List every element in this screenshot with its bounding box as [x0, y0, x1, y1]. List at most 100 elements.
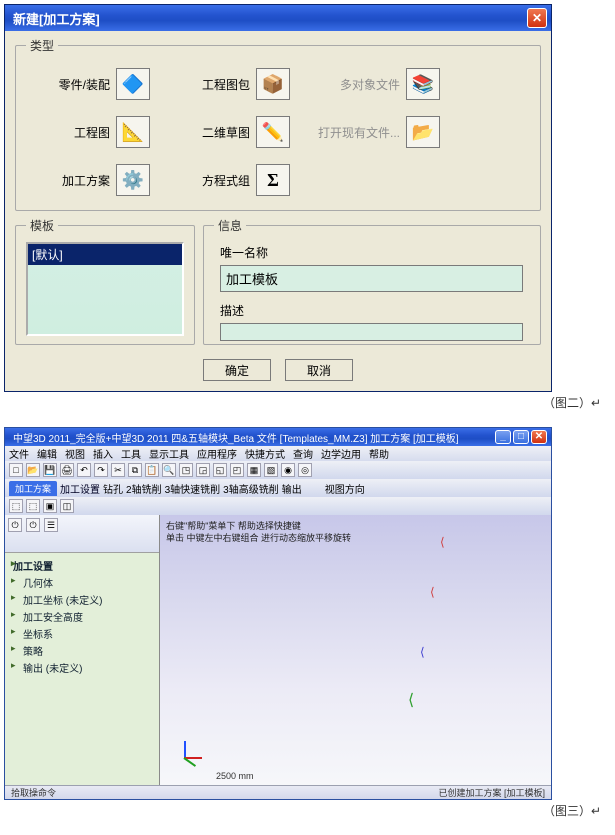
type-open-label: 打开现有文件...	[316, 124, 406, 141]
ruler-label: 2500 mm	[216, 771, 254, 781]
tree-coord[interactable]: 加工坐标 (未定义)	[9, 591, 155, 608]
toolbar-extra[interactable]: ⬚ ⬚ ▣ ◫	[5, 497, 551, 515]
menu-display[interactable]: 显示工具	[149, 446, 189, 461]
cam-2axis[interactable]: 2轴铣削	[126, 481, 162, 496]
tree-strategy[interactable]: 策略	[9, 642, 155, 659]
menu-bar[interactable]: 文件 编辑 视图 插入 工具 显示工具 应用程序 快捷方式 查询 边学边用 帮助	[5, 446, 551, 461]
viewport[interactable]: 右键"帮助"菜单下 帮助选择快捷键 单击 中键左中右键组合 进行动态缩放平移旋转…	[160, 515, 551, 785]
template-group: 模板 [默认]	[15, 217, 195, 345]
cam-drill[interactable]: 钻孔	[103, 481, 123, 496]
part-icon[interactable]: 🔷	[116, 68, 150, 100]
figure2-caption: （图二）↵	[0, 392, 615, 427]
ex4-icon[interactable]: ◫	[60, 499, 74, 513]
tree-safe[interactable]: 加工安全高度	[9, 608, 155, 625]
minimize-icon[interactable]: _	[495, 430, 511, 444]
glyph-3: ⟨	[420, 645, 425, 659]
view-dir[interactable]: 视图方向	[325, 481, 365, 496]
cam-3adv[interactable]: 3轴高级铣削	[223, 481, 279, 496]
type-mach-label: 加工方案	[26, 172, 116, 189]
ex1-icon[interactable]: ⬚	[9, 499, 23, 513]
info-legend: 信息	[214, 217, 246, 234]
maximize-icon[interactable]: □	[513, 430, 529, 444]
menu-learn[interactable]: 边学边用	[321, 446, 361, 461]
tb-redo-icon[interactable]: ↷	[94, 463, 108, 477]
app-close-icon[interactable]: ✕	[531, 430, 547, 444]
cam-tab[interactable]: 加工方案	[9, 481, 57, 496]
figure3-caption: （图三）↵	[0, 800, 615, 835]
cam-output[interactable]: 输出	[282, 481, 302, 496]
tree-root[interactable]: 加工设置	[9, 557, 155, 574]
status-mid: 已创建加工方案 [加工模板]	[438, 786, 545, 799]
title-bar[interactable]: 新建[加工方案] ✕	[5, 5, 551, 31]
cam-tree[interactable]: 加工设置 几何体 加工坐标 (未定义) 加工安全高度 坐标系 策略 输出 (未定…	[5, 553, 159, 680]
tb-view8-icon[interactable]: ◎	[298, 463, 312, 477]
type-draw-label: 工程图	[26, 124, 116, 141]
viewport-hint2: 单击 中键左中右键组合 进行动态缩放平移旋转	[166, 531, 351, 544]
tb-copy-icon[interactable]: ⧉	[128, 463, 142, 477]
cam-setup[interactable]: 加工设置	[60, 481, 100, 496]
glyph-1: ⟨	[440, 535, 445, 549]
tb-view7-icon[interactable]: ◉	[281, 463, 295, 477]
mach-icon[interactable]: ⚙️	[116, 164, 150, 196]
multi-icon[interactable]: 📚	[406, 68, 440, 100]
tree-output[interactable]: 输出 (未定义)	[9, 659, 155, 676]
menu-apps[interactable]: 应用程序	[197, 446, 237, 461]
tb-view2-icon[interactable]: ◲	[196, 463, 210, 477]
toolbar-main[interactable]: □ 📂 💾 🖨 ↶ ↷ ✂ ⧉ 📋 🔍 ◳ ◲ ◱ ◰ ▦ ▧ ◉ ◎	[5, 461, 551, 479]
sp3-icon[interactable]: ☰	[44, 518, 58, 532]
tb-undo-icon[interactable]: ↶	[77, 463, 91, 477]
desc-label: 描述	[220, 302, 530, 319]
cam-3fast[interactable]: 3轴快速铣削	[165, 481, 221, 496]
unique-name-field[interactable]: 加工模板	[220, 265, 523, 292]
close-icon[interactable]: ✕	[527, 8, 547, 28]
tree-geom[interactable]: 几何体	[9, 574, 155, 591]
dialog-title: 新建[加工方案]	[9, 9, 100, 28]
menu-insert[interactable]: 插入	[93, 446, 113, 461]
template-legend: 模板	[26, 217, 58, 234]
desc-field[interactable]	[220, 323, 523, 341]
menu-help[interactable]: 帮助	[369, 446, 389, 461]
sp1-icon[interactable]: ⏻	[8, 518, 22, 532]
tree-csys[interactable]: 坐标系	[9, 625, 155, 642]
info-group: 信息 唯一名称 加工模板 描述	[203, 217, 541, 345]
ex3-icon[interactable]: ▣	[43, 499, 57, 513]
ok-button[interactable]: 确定	[203, 359, 271, 381]
eqn-icon[interactable]: Σ	[256, 164, 290, 196]
pkg-icon[interactable]: 📦	[256, 68, 290, 100]
cancel-button[interactable]: 取消	[285, 359, 353, 381]
tb-paste-icon[interactable]: 📋	[145, 463, 159, 477]
menu-tools[interactable]: 工具	[121, 446, 141, 461]
menu-shortcut[interactable]: 快捷方式	[245, 446, 285, 461]
tb-view1-icon[interactable]: ◳	[179, 463, 193, 477]
type-group: 类型 零件/装配 🔷 工程图包 📦 多对象文件 📚 工程图 📐 二维草图 ✏️ …	[15, 37, 541, 211]
menu-view[interactable]: 视图	[65, 446, 85, 461]
menu-query[interactable]: 查询	[293, 446, 313, 461]
unique-name-label: 唯一名称	[220, 244, 530, 261]
app-window: 中望3D 2011_完全版+中望3D 2011 四&五轴模块_Beta 文件 […	[4, 427, 552, 800]
app-title-bar[interactable]: 中望3D 2011_完全版+中望3D 2011 四&五轴模块_Beta 文件 […	[5, 428, 551, 446]
menu-edit[interactable]: 编辑	[37, 446, 57, 461]
axis-triad-icon	[172, 737, 202, 767]
sketch-icon[interactable]: ✏️	[256, 116, 290, 148]
tb-open-icon[interactable]: 📂	[26, 463, 40, 477]
tb-cut-icon[interactable]: ✂	[111, 463, 125, 477]
open-icon[interactable]: 📂	[406, 116, 440, 148]
type-part-label: 零件/装配	[26, 76, 116, 93]
menu-file[interactable]: 文件	[9, 446, 29, 461]
tb-view4-icon[interactable]: ◰	[230, 463, 244, 477]
tb-print-icon[interactable]: 🖨	[60, 463, 74, 477]
tb-view5-icon[interactable]: ▦	[247, 463, 261, 477]
tb-view6-icon[interactable]: ▧	[264, 463, 278, 477]
sp2-icon[interactable]: ⏻	[26, 518, 40, 532]
tb-find-icon[interactable]: 🔍	[162, 463, 176, 477]
glyph-4: ⟨	[408, 690, 414, 710]
template-item-default[interactable]: [默认]	[28, 244, 182, 265]
tb-new-icon[interactable]: □	[9, 463, 23, 477]
draw-icon[interactable]: 📐	[116, 116, 150, 148]
template-list[interactable]: [默认]	[26, 242, 184, 336]
tb-save-icon[interactable]: 💾	[43, 463, 57, 477]
tb-view3-icon[interactable]: ◱	[213, 463, 227, 477]
side-toolbar[interactable]: ⏻ ⏻ ☰	[5, 515, 159, 553]
toolbar-cam[interactable]: 加工方案 加工设置 钻孔 2轴铣削 3轴快速铣削 3轴高级铣削 输出 视图方向	[5, 479, 551, 497]
ex2-icon[interactable]: ⬚	[26, 499, 40, 513]
